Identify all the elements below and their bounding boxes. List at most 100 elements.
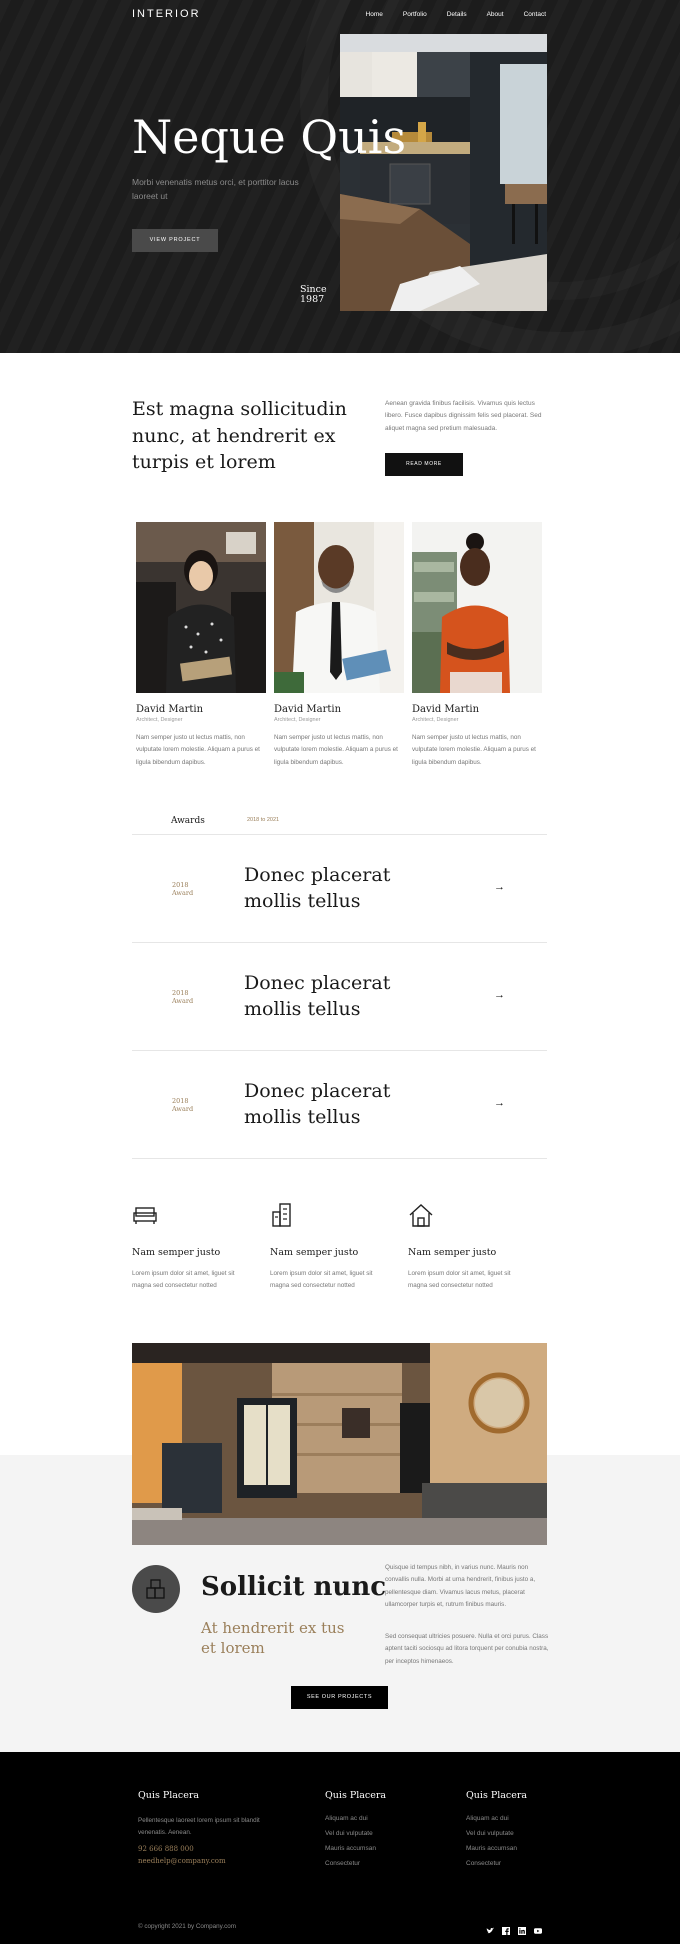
team-member-role: Architect, Designer (136, 717, 183, 723)
house-icon (409, 1204, 433, 1227)
team-member-description: Nam semper justo ut lectus mattis, non v… (136, 734, 260, 766)
since-year: 1987 (300, 294, 325, 306)
twitter-icon[interactable] (486, 1922, 494, 1934)
linkedin-icon[interactable] (518, 1922, 526, 1935)
feature-description: Lorem ipsum dolor sit amet, liguet sit m… (132, 1270, 235, 1290)
feature-item: Nam semper justo Lorem ipsum dolor sit a… (132, 1202, 270, 1293)
footer-column-about: Quis Placera Pellentesque laoreet lorem … (138, 1790, 278, 1868)
awards-divider (132, 1158, 547, 1159)
footer: Quis Placera Pellentesque laoreet lorem … (0, 1752, 680, 1944)
award-title: Donec placerat mollis tellus (244, 972, 391, 1021)
award-kind: Award (172, 996, 194, 1005)
features-list: Nam semper justo Lorem ipsum dolor sit a… (132, 1202, 546, 1293)
team-member-role: Architect, Designer (412, 717, 459, 723)
footer-links: Aliquam ac dui Vel dui vulputate Mauris … (325, 1815, 386, 1867)
footer-link[interactable]: Consectetur (466, 1860, 527, 1867)
project-paragraph: Quisque id tempus nibh, in varius nunc. … (385, 1564, 536, 1608)
award-year: 2018 Award (172, 989, 194, 1006)
main-nav: Home Portfolio Details About Contact (366, 11, 546, 18)
hero-title: Neque Quis (132, 110, 407, 164)
award-year: 2018 Award (172, 881, 194, 898)
footer-contact: 92 666 888 000 needhelp@company.com (138, 1843, 278, 1868)
feature-item: Nam semper justo Lorem ipsum dolor sit a… (270, 1202, 408, 1293)
see-projects-button[interactable]: SEE OUR PROJECTS (291, 1686, 388, 1709)
intro-text: Aenean gravida finibus facilisis. Vivamu… (385, 400, 542, 432)
hero-subtitle: Morbi venenatis metus orci, et porttitor… (132, 177, 299, 201)
awards-label: Awards (171, 816, 205, 826)
feature-title: Nam semper justo (132, 1247, 221, 1258)
nav-item-portfolio[interactable]: Portfolio (403, 11, 427, 18)
award-kind: Award (172, 1104, 194, 1113)
team-member-name: David Martin (136, 704, 204, 715)
copyright-text: © copyright 2021 by Company.com (138, 1923, 236, 1930)
footer-phone[interactable]: 92 666 888 000 (138, 1843, 278, 1856)
project-badge (132, 1565, 180, 1613)
footer-column-title: Quis Placera (325, 1790, 387, 1801)
footer-column-title: Quis Placera (466, 1790, 528, 1801)
since-label: Since 1987 (300, 284, 327, 306)
arrow-right-icon[interactable]: → (494, 881, 505, 893)
youtube-icon[interactable] (534, 1922, 542, 1934)
project-paragraph: Sed consequat ultricies posuere. Nulla e… (385, 1633, 549, 1665)
award-row[interactable]: 2018 Award Donec placerat mollis tellus … (132, 834, 547, 942)
award-row[interactable]: 2018 Award Donec placerat mollis tellus … (132, 1050, 547, 1158)
team-member-description: Nam semper justo ut lectus mattis, non v… (274, 734, 398, 766)
footer-email[interactable]: needhelp@company.com (138, 1855, 278, 1868)
hero-section: INTERIOR Home Portfolio Details About Co… (0, 0, 680, 353)
footer-link[interactable]: Consectetur (325, 1860, 386, 1867)
team-member-photo (412, 522, 542, 693)
award-title: Donec placerat mollis tellus (244, 1080, 391, 1129)
footer-links: Aliquam ac dui Vel dui vulputate Mauris … (466, 1815, 527, 1867)
arrow-right-icon[interactable]: → (494, 989, 505, 1001)
view-project-button[interactable]: VIEW PROJECT (132, 229, 218, 252)
member-photo-1 (136, 522, 266, 693)
blocks-icon (146, 1579, 165, 1599)
nav-item-home[interactable]: Home (366, 11, 383, 18)
sofa-icon (133, 1207, 157, 1224)
footer-link[interactable]: Aliquam ac dui (325, 1815, 386, 1822)
social-links (486, 1922, 542, 1935)
arrow-right-icon[interactable]: → (494, 1097, 505, 1109)
team-member-photo (274, 522, 404, 693)
nav-item-contact[interactable]: Contact (524, 11, 546, 18)
intro-heading: Est magna sollicitudin nunc, at hendreri… (132, 398, 347, 474)
feature-description: Lorem ipsum dolor sit amet, liguet sit m… (408, 1270, 511, 1290)
project-title: Sollicit nunc (201, 1572, 387, 1602)
project-interior-photo (132, 1343, 547, 1545)
award-title: Donec placerat mollis tellus (244, 864, 391, 913)
hero-kitchen-photo (340, 34, 547, 311)
team-member-card: David Martin Architect, Designer Nam sem… (274, 522, 404, 769)
team-member-role: Architect, Designer (274, 717, 321, 723)
footer-link[interactable]: Vel dui vulputate (466, 1830, 527, 1837)
footer-link[interactable]: Mauris accumsan (466, 1845, 527, 1852)
award-kind: Award (172, 888, 194, 897)
kitchen-illustration (340, 34, 547, 311)
team-member-card: David Martin Architect, Designer Nam sem… (412, 522, 542, 769)
buildings-icon (272, 1203, 291, 1227)
footer-link[interactable]: Mauris accumsan (325, 1845, 386, 1852)
team-member-name: David Martin (274, 704, 342, 715)
feature-title: Nam semper justo (408, 1247, 497, 1258)
footer-link[interactable]: Vel dui vulputate (325, 1830, 386, 1837)
award-row[interactable]: 2018 Award Donec placerat mollis tellus … (132, 942, 547, 1050)
site-logo[interactable]: INTERIOR (132, 8, 201, 20)
footer-column-links: Quis Placera Aliquam ac dui Vel dui vulp… (466, 1790, 527, 1875)
facebook-icon[interactable] (502, 1922, 510, 1935)
nav-item-details[interactable]: Details (447, 11, 467, 18)
footer-about-text: Pellentesque laoreet lorem ipsum sit bla… (138, 1817, 260, 1837)
awards-range: 2018 to 2021 (247, 817, 280, 823)
nav-item-about[interactable]: About (487, 11, 504, 18)
team-member-name: David Martin (412, 704, 480, 715)
footer-link[interactable]: Aliquam ac dui (466, 1815, 527, 1822)
footer-column-links: Quis Placera Aliquam ac dui Vel dui vulp… (325, 1790, 386, 1875)
project-subtitle: At hendrerit ex tus et lorem (201, 1619, 345, 1657)
member-photo-3 (412, 522, 542, 693)
award-year: 2018 Award (172, 1097, 194, 1114)
feature-item: Nam semper justo Lorem ipsum dolor sit a… (408, 1202, 546, 1293)
read-more-button[interactable]: READ MORE (385, 453, 463, 476)
team-member-photo (136, 522, 266, 693)
feature-description: Lorem ipsum dolor sit amet, liguet sit m… (270, 1270, 373, 1290)
feature-title: Nam semper justo (270, 1247, 359, 1258)
team-member-card: David Martin Architect, Designer Nam sem… (136, 522, 266, 769)
member-photo-2 (274, 522, 404, 693)
